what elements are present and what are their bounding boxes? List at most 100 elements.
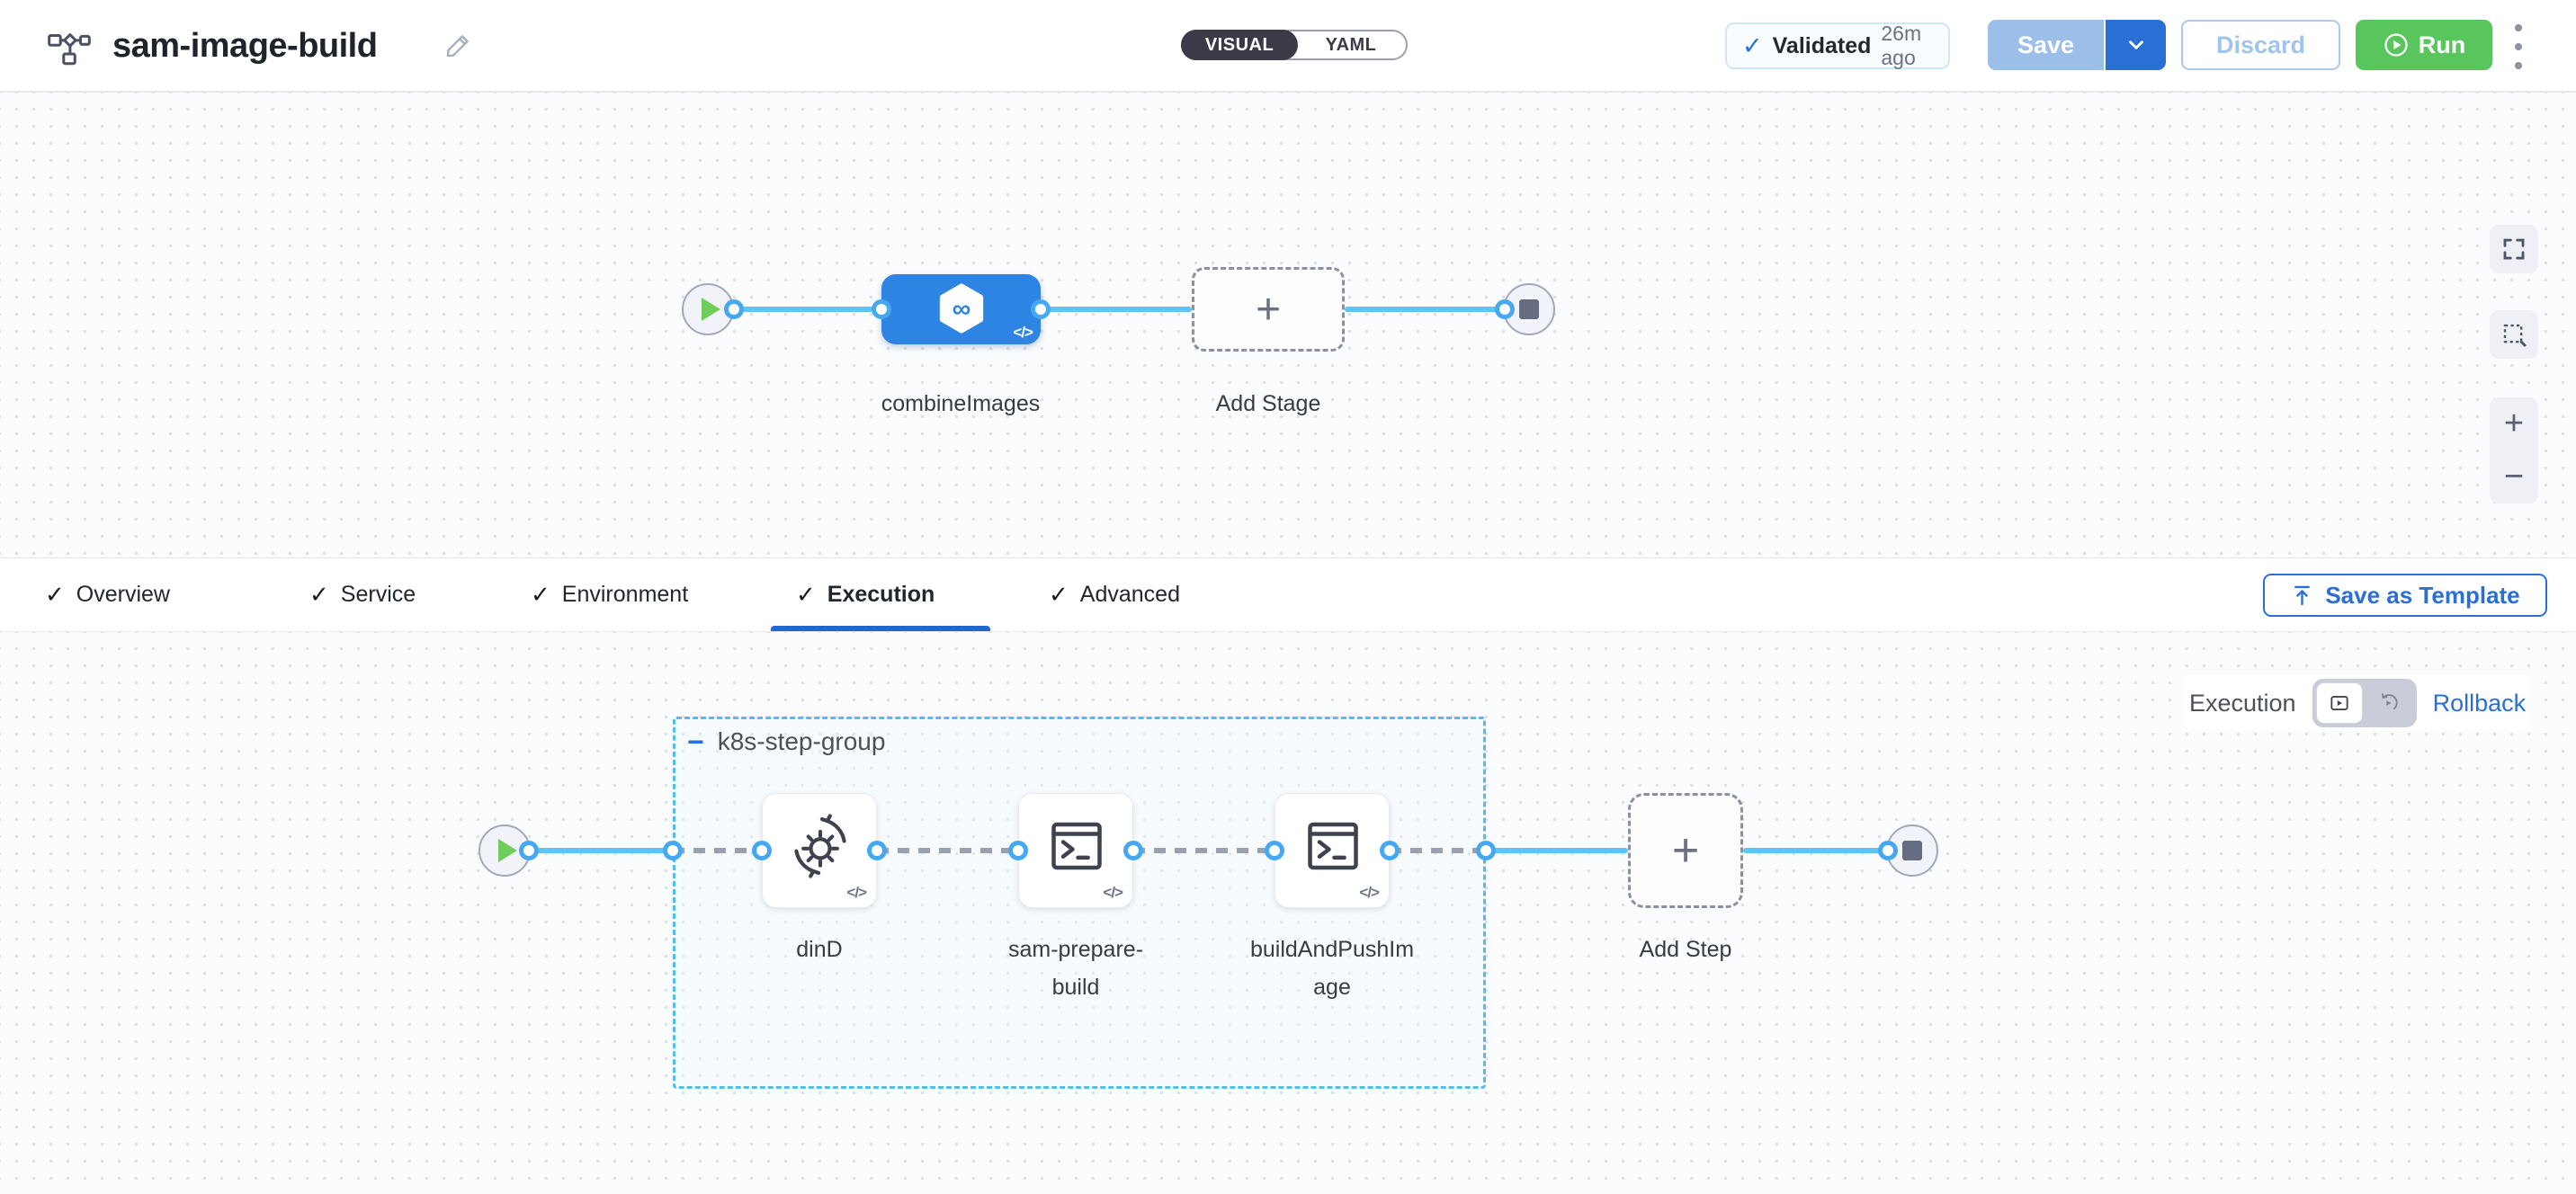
connector-port: [1495, 299, 1515, 319]
validated-time: 26m ago: [1881, 22, 1948, 70]
save-as-template-button[interactable]: Save as Template: [2263, 574, 2547, 617]
step-group-name: k8s-step-group: [718, 727, 886, 756]
code-icon: </>: [846, 884, 866, 902]
ci-stage-hexagon-icon: ∞: [935, 282, 988, 334]
execution-play-icon: [2328, 691, 2351, 715]
connector-port: [663, 841, 683, 860]
tab-check-icon: ✓: [1049, 581, 1069, 609]
tab-execution[interactable]: ✓ Execution: [796, 558, 935, 631]
gear-sync-icon: [788, 814, 853, 878]
connector-port: [1476, 841, 1496, 860]
tab-overview[interactable]: ✓ Overview: [45, 558, 170, 631]
tab-label: Overview: [76, 582, 170, 608]
connector-edge: [877, 848, 1018, 853]
code-icon: </>: [1359, 884, 1379, 902]
step-name-label: dinD: [702, 931, 936, 968]
marquee-select-button[interactable]: [2490, 310, 2538, 359]
connector-port: [519, 841, 539, 860]
rollback-link[interactable]: Rollback: [2433, 690, 2527, 717]
save-as-template-label: Save as Template: [2325, 582, 2519, 610]
connector-edge: [1041, 307, 1192, 312]
step-card-buildandpushimage[interactable]: </>: [1275, 793, 1390, 908]
add-step-button[interactable]: +: [1628, 793, 1743, 908]
toggle-visual[interactable]: VISUAL: [1181, 30, 1298, 60]
active-tab-underline: [771, 626, 990, 631]
validated-label: Validated: [1773, 33, 1872, 59]
visual-yaml-toggle[interactable]: VISUAL YAML: [1181, 30, 1408, 60]
terminal-icon: [1044, 814, 1109, 878]
zoom-out-button[interactable]: −: [2504, 458, 2524, 496]
rollback-icon: [2376, 691, 2400, 715]
marquee-selection-icon: [2500, 321, 2527, 348]
fullscreen-button[interactable]: [2490, 225, 2538, 273]
upload-template-icon: [2290, 584, 2314, 608]
connector-edge: [529, 848, 673, 853]
pipeline-icon: [47, 26, 92, 67]
save-dropdown-button[interactable]: [2104, 20, 2166, 70]
connector-edge: [1486, 848, 1628, 853]
connector-port: [1265, 841, 1284, 860]
stage-card-combineimages[interactable]: ∞ </>: [881, 274, 1041, 344]
step-name-label: sam-prepare- build: [959, 931, 1193, 1006]
add-step-label: Add Step: [1569, 931, 1802, 968]
execution-rollback-toggle[interactable]: [2312, 679, 2417, 727]
tab-service[interactable]: ✓ Service: [309, 558, 416, 631]
code-icon: </>: [1103, 884, 1123, 902]
plus-icon: +: [1672, 824, 1699, 878]
rollback-mode-segment[interactable]: [2363, 682, 2413, 724]
more-options-kebab-icon[interactable]: [2512, 24, 2525, 69]
end-stop-icon: [1519, 299, 1539, 319]
connector-edge: [734, 307, 881, 312]
execution-mode-label: Execution: [2189, 690, 2296, 717]
chevron-down-icon: [2124, 33, 2148, 57]
connector-port: [1031, 299, 1051, 319]
step-name-label: buildAndPushIm age: [1215, 931, 1449, 1006]
connector-edge: [1390, 848, 1486, 853]
execution-mode-segment[interactable]: [2316, 682, 2363, 724]
tab-check-icon: ✓: [309, 581, 329, 609]
pipeline-studio: sam-image-build VISUAL YAML ✓ Validated …: [0, 0, 2576, 1194]
connector-edge: [673, 848, 762, 853]
save-button[interactable]: Save: [1988, 20, 2104, 70]
collapse-minus-icon[interactable]: −: [687, 727, 704, 756]
connector-port: [867, 841, 887, 860]
step-card-dind[interactable]: </>: [762, 793, 877, 908]
execution-mode-row: Execution Rollback: [2184, 675, 2531, 731]
connector-port: [1123, 841, 1143, 860]
validated-badge[interactable]: ✓ Validated 26m ago: [1725, 22, 1950, 69]
tab-label: Service: [341, 582, 416, 608]
tab-environment[interactable]: ✓ Environment: [531, 558, 688, 631]
stage-tabbar: ✓ Overview ✓ Service ✓ Environment ✓ Exe…: [0, 557, 2576, 632]
start-play-icon: [702, 298, 720, 321]
step-group-header: − k8s-step-group: [687, 727, 885, 756]
connector-edge: [1133, 848, 1275, 853]
step-card-sam-prepare-build[interactable]: </>: [1018, 793, 1133, 908]
pipeline-title: sam-image-build: [112, 27, 377, 66]
zoom-controls: + −: [2490, 397, 2538, 503]
connector-port: [1008, 841, 1028, 860]
tab-check-icon: ✓: [45, 581, 65, 609]
connector-port: [1380, 841, 1400, 860]
header-bar: sam-image-build VISUAL YAML ✓ Validated …: [0, 0, 2576, 93]
stage-canvas: ∞ </> + combineImages Add Stage: [0, 93, 2576, 557]
add-stage-button[interactable]: +: [1192, 267, 1345, 352]
connector-edge: [1345, 307, 1498, 312]
toggle-yaml[interactable]: YAML: [1294, 30, 1408, 60]
run-button[interactable]: Run: [2356, 20, 2492, 70]
zoom-in-button[interactable]: +: [2504, 405, 2524, 443]
tab-label: Advanced: [1080, 582, 1180, 608]
tab-check-icon: ✓: [796, 581, 816, 609]
plus-icon: +: [1256, 285, 1281, 334]
stage-name-label: combineImages: [826, 386, 1096, 422]
fullscreen-icon: [2500, 236, 2527, 263]
validated-check-icon: ✓: [1742, 32, 1763, 60]
tab-advanced[interactable]: ✓ Advanced: [1049, 558, 1180, 631]
svg-text:∞: ∞: [953, 295, 971, 324]
tab-label: Execution: [827, 582, 935, 608]
code-icon: </>: [1013, 324, 1033, 342]
add-stage-label: Add Stage: [1133, 386, 1403, 422]
connector-port: [724, 299, 744, 319]
connector-port: [872, 299, 891, 319]
edit-pencil-icon[interactable]: [443, 31, 473, 61]
discard-button[interactable]: Discard: [2181, 20, 2340, 70]
